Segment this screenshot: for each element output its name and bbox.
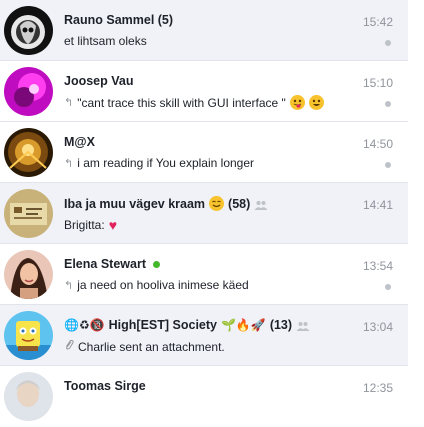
reply-arrow-icon: ↰: [64, 97, 74, 109]
scrollbar[interactable]: [408, 0, 424, 400]
contact-name: M@X: [64, 135, 95, 149]
timestamp: 13:04: [362, 320, 393, 334]
snippet-text: et lihtsam oleks: [64, 34, 147, 48]
contact-name: Toomas Sirge: [64, 379, 146, 393]
conversation-name: Rauno Sammel (5): [64, 13, 173, 27]
contact-name: Elena Stewart: [64, 257, 146, 271]
timestamp: 14:50: [362, 137, 393, 151]
timestamp: 15:10: [362, 76, 393, 90]
heart-emoji-icon: ♥: [108, 217, 117, 233]
paperclip-icon: [64, 339, 74, 354]
message-snippet: ↰ i am reading if You explain longer: [64, 156, 254, 170]
conversation-name: Toomas Sirge: [64, 379, 146, 393]
unread-count: (13): [269, 318, 293, 332]
contact-name: Joosep Vau: [64, 74, 134, 88]
timestamp: 15:42: [362, 15, 393, 29]
timestamp: 12:35: [362, 381, 393, 395]
conversation-row[interactable]: Joosep Vau ↰ "cant trace this skill with…: [0, 61, 408, 122]
tongue-emoji-icon: [289, 95, 305, 110]
conversation-row[interactable]: M@X ↰ i am reading if You explain longer…: [0, 122, 408, 183]
conversation-name: M@X: [64, 135, 95, 149]
conversation-row[interactable]: Toomas Sirge 12:35: [0, 366, 408, 427]
message-snippet: Charlie sent an attachment.: [64, 339, 225, 354]
grin-emoji-icon: [308, 95, 324, 110]
avatar: [4, 250, 53, 299]
conversation-row[interactable]: Iba ja muu vägev kraam (58) Brigitta: ♥ …: [0, 183, 408, 244]
read-status-dot-icon: [385, 101, 391, 107]
snippet-text: i am reading if You explain longer: [77, 156, 255, 170]
group-name-emoji-prefix: 🌐♻🔞: [64, 318, 105, 332]
snippet-text: Charlie sent an attachment.: [78, 339, 225, 354]
conversation-name: Joosep Vau: [64, 74, 133, 88]
unread-count: (58): [228, 196, 251, 211]
group-people-icon: [254, 199, 268, 210]
message-snippet: ↰ "cant trace this skill with GUI interf…: [64, 95, 324, 110]
avatar: [4, 311, 53, 360]
avatar: [4, 67, 53, 116]
read-status-dot-icon: [385, 284, 391, 290]
message-snippet: ↰ ja need on hooliva inimese käed: [64, 278, 249, 292]
contact-name: Rauno Sammel (5): [64, 13, 174, 27]
conversation-name: 🌐♻🔞 High[EST] Society 🌱🔥🚀 (13): [64, 318, 310, 332]
avatar: [4, 128, 53, 177]
group-people-icon: [296, 320, 310, 331]
avatar: [4, 372, 53, 421]
message-snippet: et lihtsam oleks: [64, 34, 147, 48]
smile-emoji-icon: [209, 196, 225, 211]
reply-arrow-icon: ↰: [64, 279, 74, 292]
group-name: Iba ja muu vägev kraam: [64, 196, 206, 211]
conversation-row[interactable]: Elena Stewart ↰ ja need on hooliva inime…: [0, 244, 408, 305]
reply-arrow-icon: ↰: [64, 157, 74, 170]
group-name-emoji-suffix: 🌱🔥🚀: [220, 318, 266, 332]
conversation-row[interactable]: Rauno Sammel (5) et lihtsam oleks 15:42: [0, 0, 408, 61]
conversation-name: Elena Stewart: [64, 257, 160, 271]
read-status-dot-icon: [385, 162, 391, 168]
avatar: [4, 189, 53, 238]
avatar: [4, 6, 53, 55]
conversation-name: Iba ja muu vägev kraam (58): [64, 196, 268, 211]
timestamp: 14:41: [362, 198, 393, 212]
snippet-text: "cant trace this skill with GUI interfac…: [77, 95, 286, 110]
snippet-text: Brigitta:: [64, 218, 105, 232]
group-name: High[EST] Society: [108, 318, 217, 332]
snippet-text: ja need on hooliva inimese käed: [77, 278, 249, 292]
online-status-icon: [152, 260, 160, 268]
read-status-dot-icon: [385, 40, 391, 46]
conversation-row[interactable]: 🌐♻🔞 High[EST] Society 🌱🔥🚀 (13) Charlie s…: [0, 305, 408, 366]
message-snippet: Brigitta: ♥: [64, 217, 117, 233]
timestamp: 13:54: [362, 259, 393, 273]
